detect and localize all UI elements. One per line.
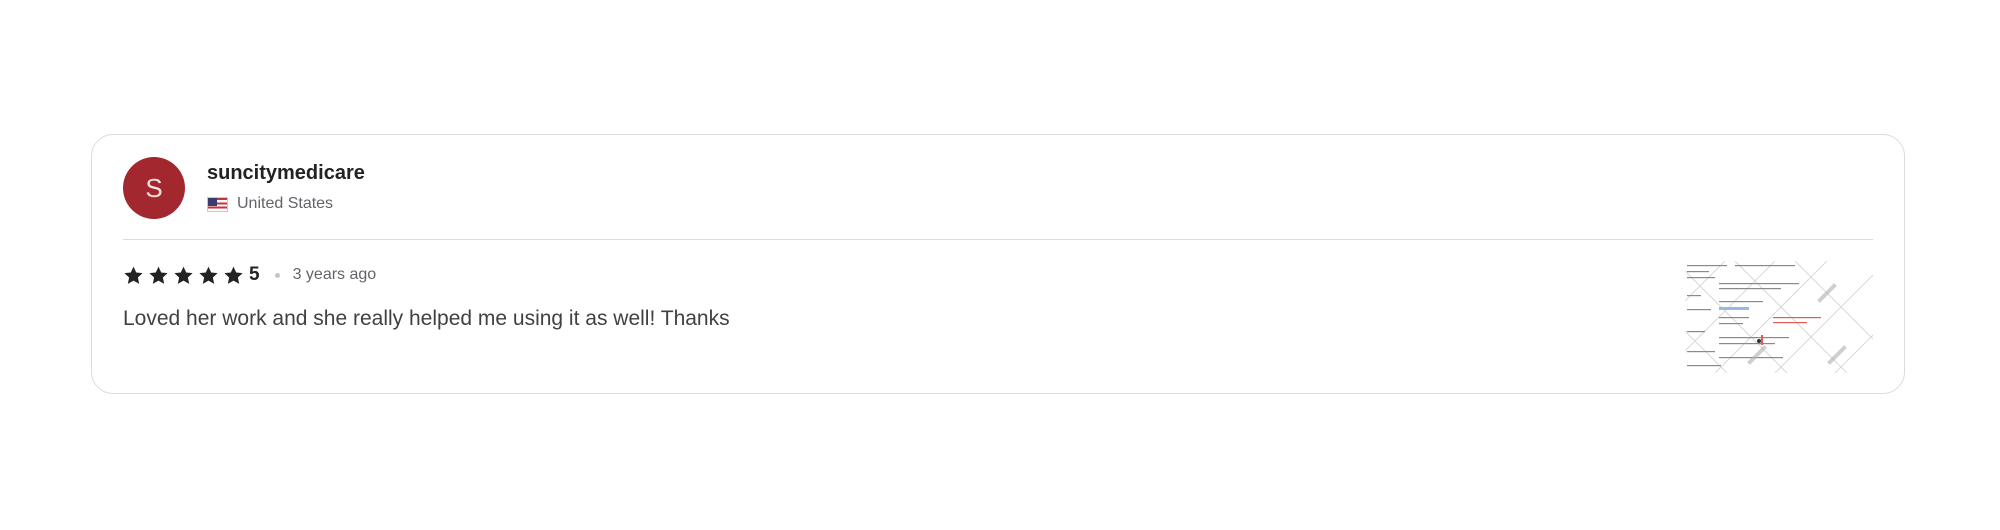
review-text: Loved her work and she really helped me … — [123, 307, 730, 330]
star-icon — [223, 265, 244, 286]
country-label: United States — [237, 195, 334, 212]
star-icon — [123, 265, 144, 286]
star-rating — [123, 265, 248, 286]
us-flag-icon — [207, 196, 228, 212]
reviewer-info: suncitymedicare United States — [207, 157, 365, 213]
avatar[interactable]: S — [123, 157, 185, 219]
star-icon — [148, 265, 169, 286]
separator-dot — [274, 272, 280, 278]
delivery-image-thumbnail[interactable] — [1685, 261, 1873, 373]
reviewer-country: United States — [207, 195, 365, 213]
review-card: S suncitymedicare United States 5 3 year… — [91, 134, 1905, 394]
reviewer-username[interactable]: suncitymedicare — [207, 160, 365, 186]
star-icon — [198, 265, 219, 286]
divider — [123, 239, 1873, 240]
reviewer-header: S suncitymedicare United States — [123, 157, 365, 219]
star-icon — [173, 265, 194, 286]
rating-value: 5 — [249, 264, 260, 285]
review-time: 3 years ago — [292, 266, 377, 283]
rating-row: 5 3 years ago — [123, 262, 376, 288]
